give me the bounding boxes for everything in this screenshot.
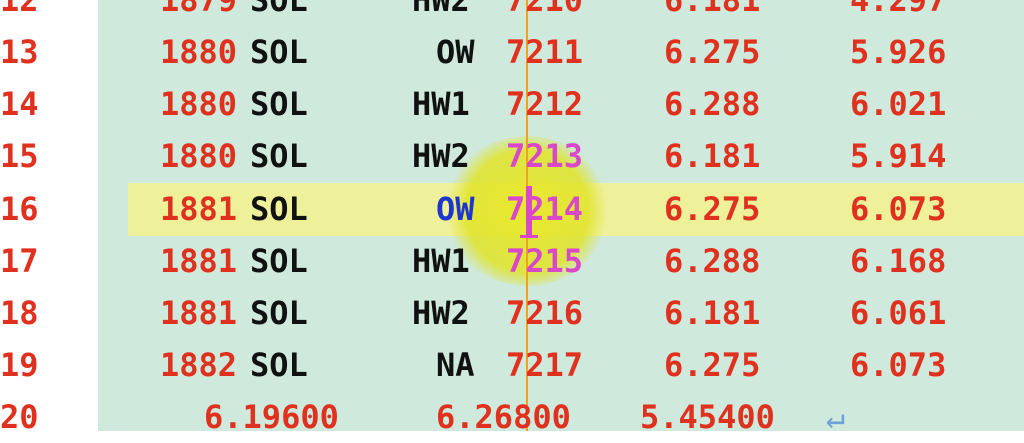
atom-name: HW2 [412,0,470,19]
residue-name: SOL [250,190,308,228]
atom-number: 7211 [506,33,584,71]
residue-name: SOL [250,85,308,123]
atom-number: 7213 [506,137,584,175]
y-coordinate: 6.061 [850,294,947,332]
residue-number: 1881 [160,190,238,228]
residue-name: SOL [250,242,308,280]
atom-name: HW2 [412,137,470,175]
atom-name: OW [436,190,475,228]
line-number: 18 [0,294,39,332]
atom-number: 7217 [506,346,584,384]
x-coordinate: 6.181 [664,0,761,19]
atom-name: HW1 [412,85,470,123]
x-coordinate: 6.181 [664,137,761,175]
atom-number: 7214 [506,190,584,228]
text-line[interactable]: 17 1881 SOL HW1 7215 6.288 6.168 [0,235,1024,287]
x-coordinate: 6.275 [664,190,761,228]
x-coordinate: 6.275 [664,33,761,71]
text-line[interactable]: 12 1879 SOL HW2 7210 6.181 4.297 [0,0,1024,26]
residue-name: SOL [250,137,308,175]
residue-name: SOL [250,0,308,19]
current-text-line[interactable]: 16 1881 SOL OW 7214 6.275 6.073 [0,183,1024,235]
y-coordinate: 6.073 [850,346,947,384]
text-line[interactable]: 15 1880 SOL HW2 7213 6.181 5.914 [0,130,1024,182]
atom-name: NA [436,346,475,384]
atom-name: HW1 [412,242,470,280]
residue-number: 1882 [160,346,238,384]
residue-number: 1879 [160,0,238,19]
atom-number: 7215 [506,242,584,280]
y-coordinate: 5.926 [850,33,947,71]
line-number: 12 [0,0,39,19]
atom-number: 7212 [506,85,584,123]
atom-name: HW2 [412,294,470,332]
box-y: 6.26800 [436,398,571,436]
residue-number: 1880 [160,137,238,175]
box-x: 6.19600 [204,398,339,436]
residue-number: 1881 [160,294,238,332]
line-number: 13 [0,33,39,71]
y-coordinate: 5.914 [850,137,947,175]
text-line[interactable]: 18 1881 SOL HW2 7216 6.181 6.061 [0,287,1024,339]
text-line[interactable]: 14 1880 SOL HW1 7212 6.288 6.021 [0,78,1024,130]
line-number: 14 [0,85,39,123]
line-number: 17 [0,242,39,280]
residue-name: SOL [250,294,308,332]
box-vector-line[interactable]: 20 6.19600 6.26800 5.45400 ↵ [0,391,1024,443]
residue-name: SOL [250,346,308,384]
residue-number: 1880 [160,85,238,123]
line-number: 15 [0,137,39,175]
x-coordinate: 6.288 [664,242,761,280]
return-icon: ↵ [826,398,846,436]
atom-name: OW [436,33,475,71]
y-coordinate: 4.297 [850,0,947,19]
text-cursor-icon [520,186,538,238]
residue-number: 1881 [160,242,238,280]
y-coordinate: 6.021 [850,85,947,123]
box-z: 5.45400 [640,398,775,436]
x-coordinate: 6.181 [664,294,761,332]
atom-number: 7216 [506,294,584,332]
line-number: 20 [0,398,39,436]
text-line[interactable]: 13 1880 SOL OW 7211 6.275 5.926 [0,26,1024,78]
x-coordinate: 6.288 [664,85,761,123]
x-coordinate: 6.275 [664,346,761,384]
y-coordinate: 6.073 [850,190,947,228]
residue-name: SOL [250,33,308,71]
y-coordinate: 6.168 [850,242,947,280]
atom-number: 7210 [506,0,584,19]
text-line[interactable]: 19 1882 SOL NA 7217 6.275 6.073 [0,339,1024,391]
line-number: 19 [0,346,39,384]
residue-number: 1880 [160,33,238,71]
line-number: 16 [0,190,39,228]
